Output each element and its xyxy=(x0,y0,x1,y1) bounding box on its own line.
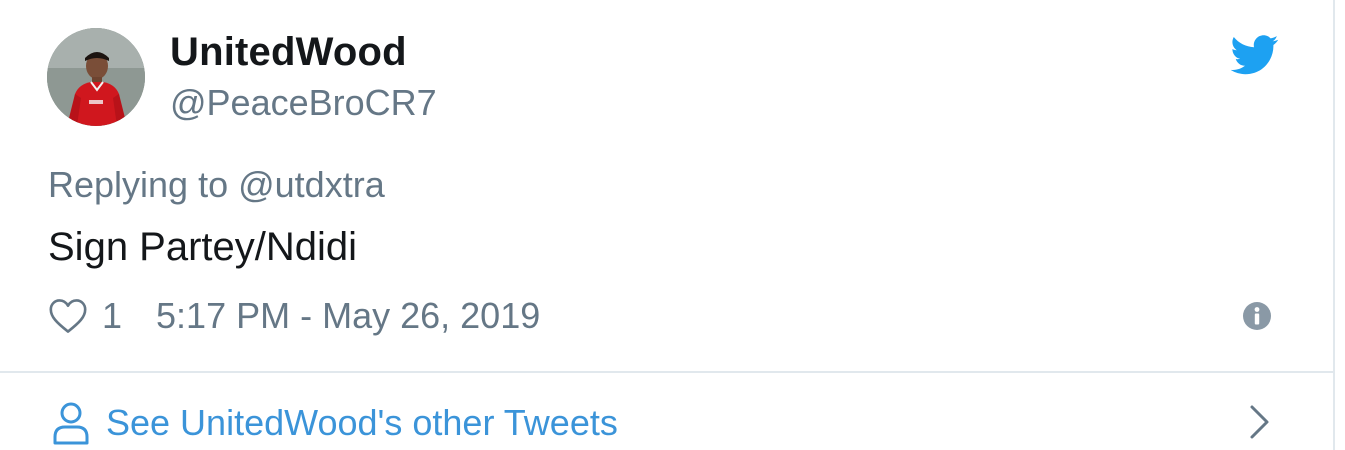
twitter-bird-icon[interactable] xyxy=(1231,34,1279,76)
person-icon xyxy=(53,402,89,445)
display-name[interactable]: UnitedWood xyxy=(170,30,407,75)
tweet-actions: 1 5:17 PM - May 26, 2019 xyxy=(48,294,540,338)
like-button[interactable]: 1 xyxy=(48,295,122,337)
heart-icon xyxy=(49,299,87,333)
reply-mention-link[interactable]: @utdxtra xyxy=(238,164,385,205)
tweet-timestamp[interactable]: 5:17 PM - May 26, 2019 xyxy=(156,295,540,337)
info-icon[interactable] xyxy=(1242,301,1272,331)
avatar-image xyxy=(47,28,145,126)
user-handle[interactable]: @PeaceBroCR7 xyxy=(170,82,437,124)
replying-prefix: Replying to xyxy=(48,164,239,205)
tweet-text: Sign Partey/Ndidi xyxy=(48,225,358,269)
avatar[interactable] xyxy=(47,28,145,126)
see-other-tweets-label: See UnitedWood's other Tweets xyxy=(106,402,618,443)
see-other-tweets-link[interactable]: See UnitedWood's other Tweets xyxy=(52,400,618,446)
footer-divider xyxy=(0,371,1335,373)
replying-to-line: Replying to @utdxtra xyxy=(48,164,385,206)
like-count: 1 xyxy=(102,295,123,336)
tweet-card: UnitedWood @PeaceBroCR7 Replying to @utd… xyxy=(0,0,1335,450)
chevron-right-icon[interactable] xyxy=(1248,404,1272,440)
